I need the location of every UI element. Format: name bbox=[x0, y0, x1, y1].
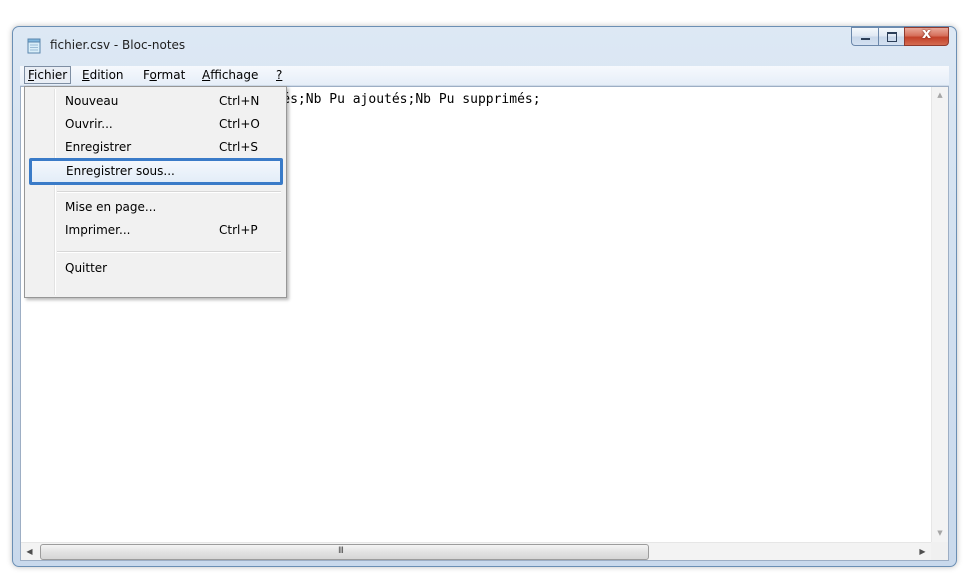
menu-item-shortcut: Ctrl+S bbox=[219, 140, 259, 154]
thumb-grip-icon: III bbox=[338, 546, 344, 556]
menu-help[interactable]: ? bbox=[273, 67, 285, 83]
menu-edition[interactable]: Edition bbox=[79, 67, 127, 83]
notepad-icon bbox=[27, 38, 41, 54]
menu-format[interactable]: Format bbox=[140, 67, 188, 83]
menu-item-enregistrer-sous[interactable]: Enregistrer sous... bbox=[29, 158, 283, 185]
menu-item-ouvrir[interactable]: Ouvrir... Ctrl+O bbox=[27, 113, 284, 135]
scroll-down-icon[interactable]: ▼ bbox=[932, 525, 948, 542]
menu-item-imprimer[interactable]: Imprimer... Ctrl+P bbox=[27, 219, 284, 241]
close-button[interactable]: x bbox=[904, 26, 949, 46]
menu-item-label: Nouveau bbox=[65, 94, 119, 108]
menu-item-shortcut: Ctrl+N bbox=[219, 94, 260, 108]
menu-item-quitter[interactable]: Quitter bbox=[27, 257, 284, 279]
menu-affichage[interactable]: Affichage bbox=[199, 67, 261, 83]
scroll-left-icon[interactable]: ◀ bbox=[21, 543, 38, 560]
menu-item-label: Ouvrir... bbox=[65, 117, 113, 131]
title-bar[interactable]: fichier.csv - Bloc-notes x bbox=[13, 26, 956, 65]
menu-item-label: Quitter bbox=[65, 261, 108, 275]
menu-separator bbox=[57, 251, 281, 253]
minimize-icon bbox=[861, 38, 870, 40]
size-grip[interactable] bbox=[931, 542, 948, 560]
menu-bar: Fichier Edition Format Affichage ? bbox=[20, 66, 949, 86]
maximize-button[interactable] bbox=[878, 27, 904, 46]
menu-item-label: Enregistrer bbox=[65, 140, 132, 154]
menu-item-shortcut: Ctrl+O bbox=[219, 117, 260, 131]
maximize-icon bbox=[887, 32, 897, 42]
file-menu-dropdown: Nouveau Ctrl+N Ouvrir... Ctrl+O Enregist… bbox=[24, 86, 287, 298]
scroll-right-icon[interactable]: ▶ bbox=[914, 543, 931, 560]
window-title: fichier.csv - Bloc-notes bbox=[50, 38, 186, 52]
menu-fichier[interactable]: Fichier bbox=[24, 66, 72, 84]
menu-item-nouveau[interactable]: Nouveau Ctrl+N bbox=[27, 90, 284, 112]
minimize-button[interactable] bbox=[851, 27, 878, 46]
vertical-scrollbar[interactable]: ▲ ▼ bbox=[931, 87, 948, 542]
menu-separator bbox=[57, 191, 281, 193]
horizontal-scroll-thumb[interactable]: III bbox=[40, 544, 649, 560]
menu-item-label: Mise en page... bbox=[65, 200, 157, 214]
menu-item-label: Imprimer... bbox=[65, 223, 131, 237]
menu-item-shortcut: Ctrl+P bbox=[219, 223, 258, 237]
menu-item-mise-en-page[interactable]: Mise en page... bbox=[27, 196, 284, 218]
scroll-up-icon[interactable]: ▲ bbox=[932, 87, 948, 104]
menu-item-enregistrer[interactable]: Enregistrer Ctrl+S bbox=[27, 136, 284, 158]
horizontal-scrollbar[interactable]: ◀ III ▶ bbox=[21, 542, 931, 560]
menu-item-label: Enregistrer sous... bbox=[66, 164, 175, 178]
close-icon: x bbox=[921, 26, 932, 42]
